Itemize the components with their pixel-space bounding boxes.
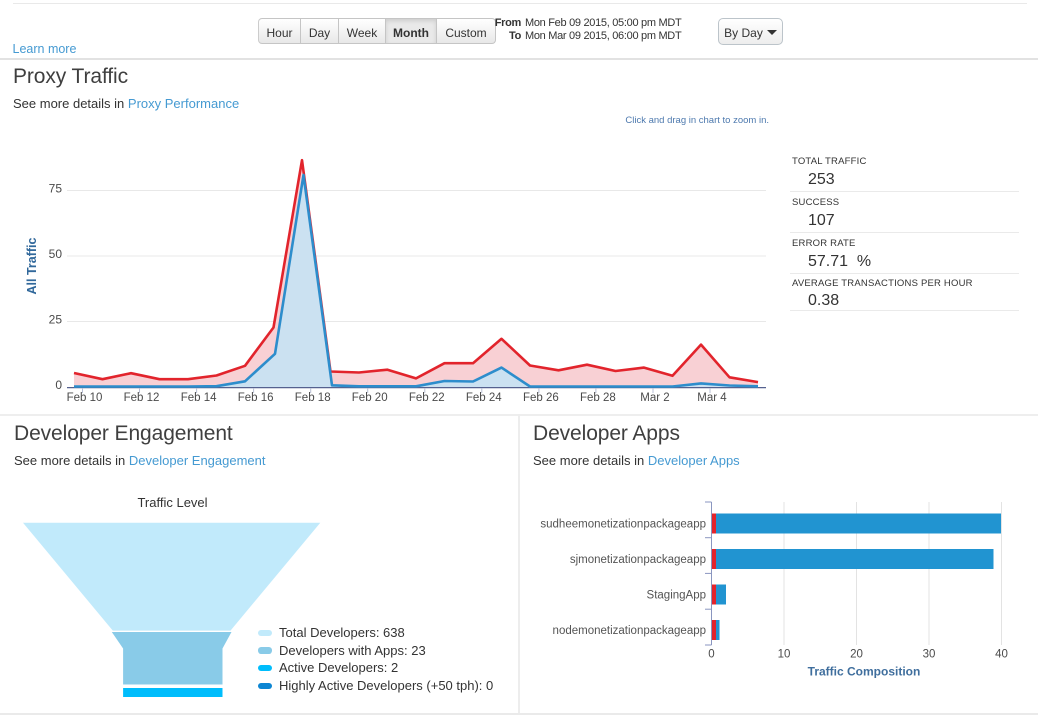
svg-text:0: 0 bbox=[55, 378, 62, 392]
svg-text:40: 40 bbox=[995, 649, 1008, 661]
svg-text:StagingApp: StagingApp bbox=[647, 590, 706, 602]
svg-text:Feb 24: Feb 24 bbox=[466, 392, 502, 404]
svg-text:0: 0 bbox=[708, 649, 714, 661]
svg-text:30: 30 bbox=[923, 649, 936, 661]
svg-text:Feb 26: Feb 26 bbox=[523, 392, 559, 404]
svg-text:50: 50 bbox=[49, 247, 63, 261]
svg-text:Traffic Composition: Traffic Composition bbox=[808, 665, 921, 679]
svg-text:Mar 2: Mar 2 bbox=[640, 392, 669, 404]
svg-text:All Traffic: All Traffic bbox=[25, 237, 39, 294]
svg-text:25: 25 bbox=[49, 313, 63, 327]
svg-text:Mar 4: Mar 4 bbox=[697, 392, 727, 404]
svg-text:Feb 20: Feb 20 bbox=[352, 392, 388, 404]
svg-text:Feb 28: Feb 28 bbox=[580, 392, 616, 404]
svg-text:Feb 10: Feb 10 bbox=[67, 392, 103, 404]
svg-text:Feb 22: Feb 22 bbox=[409, 392, 445, 404]
svg-text:20: 20 bbox=[850, 649, 863, 661]
svg-text:Feb 16: Feb 16 bbox=[238, 392, 274, 404]
svg-text:75: 75 bbox=[49, 182, 63, 196]
svg-text:sjmonetizationpackageapp: sjmonetizationpackageapp bbox=[570, 554, 706, 566]
svg-text:nodemonetizationpackageapp: nodemonetizationpackageapp bbox=[553, 625, 706, 637]
svg-text:10: 10 bbox=[778, 649, 791, 661]
svg-text:Feb 12: Feb 12 bbox=[124, 392, 160, 404]
svg-text:Feb 18: Feb 18 bbox=[295, 392, 331, 404]
svg-text:sudheemonetizationpackageapp: sudheemonetizationpackageapp bbox=[540, 519, 706, 531]
svg-text:Feb 14: Feb 14 bbox=[181, 392, 217, 404]
